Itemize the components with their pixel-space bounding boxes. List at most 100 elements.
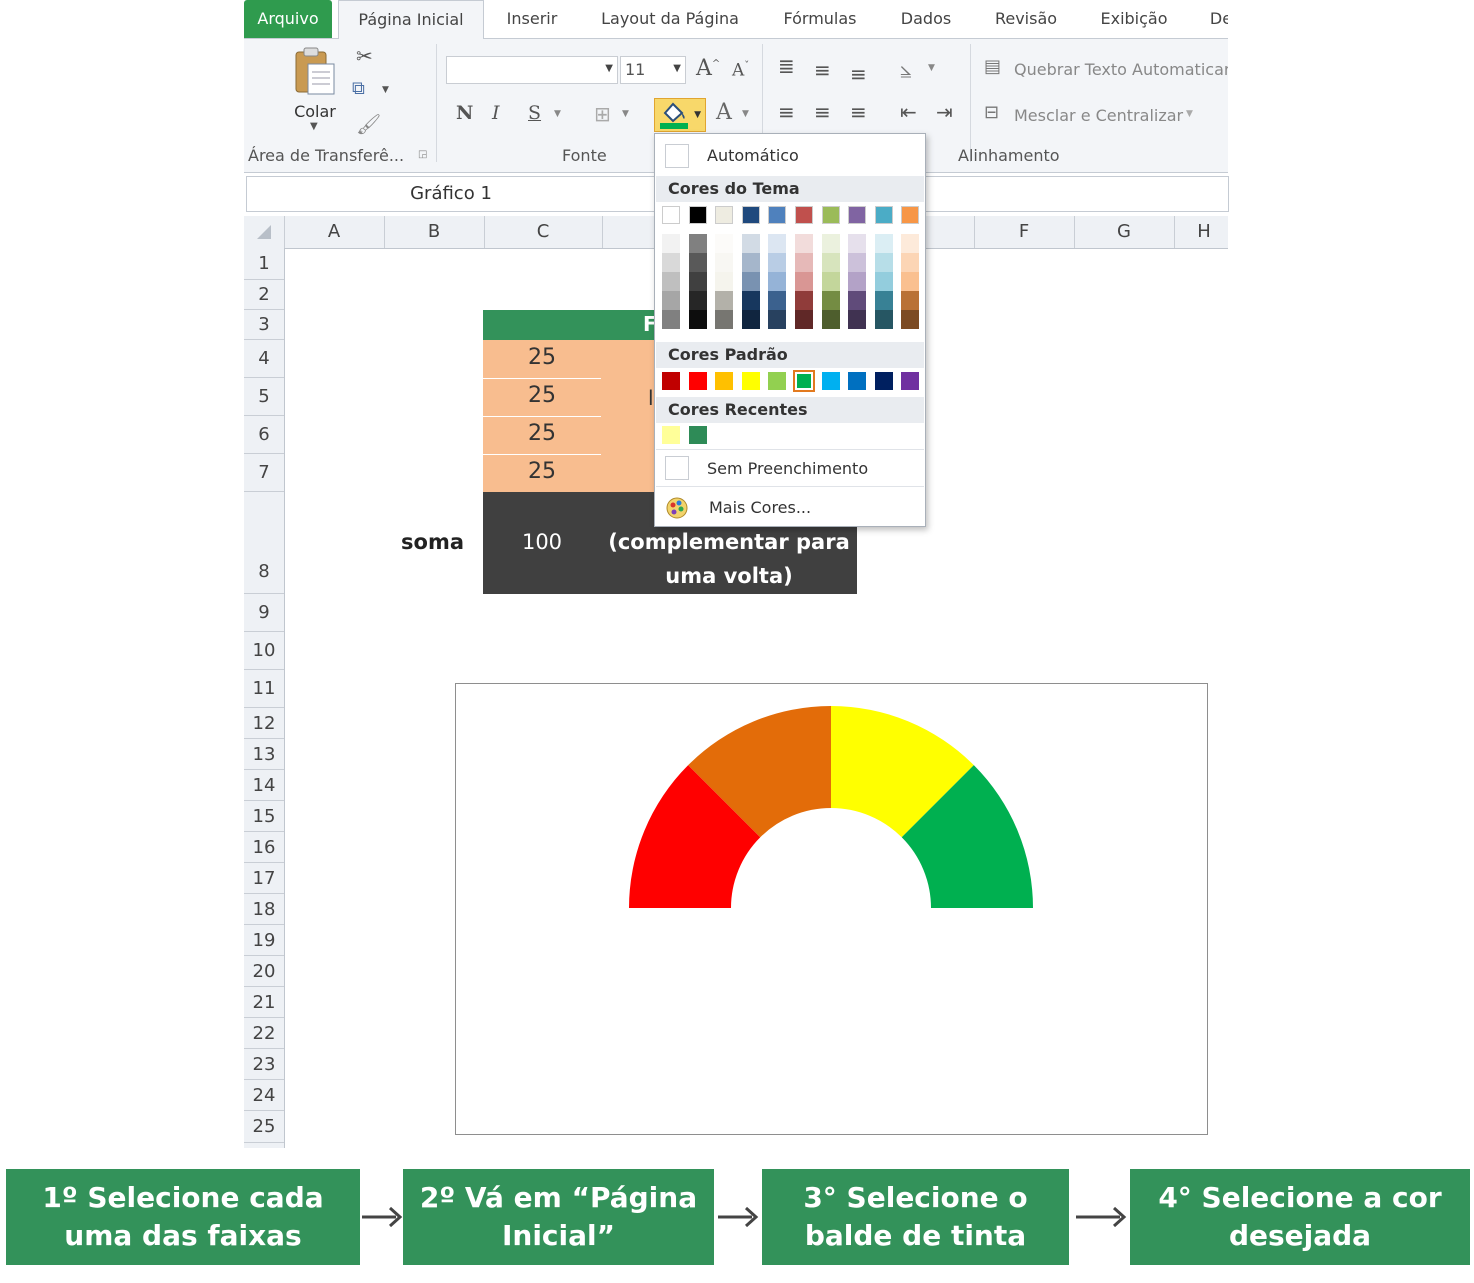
automatic-swatch[interactable]	[665, 144, 689, 168]
column-header-h[interactable]: H	[1174, 216, 1234, 248]
theme-shade-swatch[interactable]	[741, 234, 760, 253]
more-colors-option[interactable]: Mais Cores...	[709, 498, 811, 517]
row-header[interactable]: 4	[244, 340, 284, 378]
cell-value[interactable]: 25	[483, 383, 601, 408]
cut-icon[interactable]: ✂	[356, 46, 373, 66]
theme-shade-swatch[interactable]	[901, 291, 920, 310]
theme-shade-swatch[interactable]	[741, 310, 760, 329]
theme-shade-swatch[interactable]	[874, 310, 893, 329]
theme-color-swatch[interactable]	[768, 206, 787, 224]
theme-shade-swatch[interactable]	[848, 291, 867, 310]
theme-shade-swatch[interactable]	[795, 253, 813, 272]
automatic-option[interactable]: Automático	[707, 146, 799, 165]
theme-color-swatch[interactable]	[874, 206, 893, 224]
row-header[interactable]: 23	[244, 1049, 284, 1080]
row-header[interactable]: 16	[244, 832, 284, 863]
underline-button[interactable]: S	[528, 104, 541, 123]
decrease-indent-icon[interactable]: ⇤	[900, 102, 917, 122]
row-header[interactable]: 17	[244, 863, 284, 894]
align-right-icon[interactable]: ≡	[850, 102, 867, 122]
paste-dropdown-icon[interactable]: ▼	[310, 122, 318, 132]
theme-shade-swatch[interactable]	[795, 291, 813, 310]
row-header[interactable]: 21	[244, 987, 284, 1018]
font-color-dropdown-icon[interactable]: ▼	[742, 110, 749, 119]
theme-shade-swatch[interactable]	[662, 310, 680, 329]
column-header-g[interactable]: G	[1074, 216, 1175, 248]
theme-shade-swatch[interactable]	[688, 234, 707, 253]
theme-shade-swatch[interactable]	[715, 291, 734, 310]
theme-shade-swatch[interactable]	[901, 272, 920, 291]
align-middle-icon[interactable]: ≡	[814, 60, 831, 80]
theme-shade-swatch[interactable]	[901, 310, 920, 329]
row-header[interactable]: 8	[244, 492, 284, 594]
standard-color-swatch[interactable]	[715, 372, 734, 390]
no-fill-option[interactable]: Sem Preenchimento	[707, 459, 868, 478]
paste-icon[interactable]	[292, 46, 338, 98]
tab-desenvolvedor[interactable]: De	[1206, 0, 1228, 38]
theme-shade-swatch[interactable]	[821, 272, 840, 291]
row-header[interactable]: 22	[244, 1018, 284, 1049]
align-left-icon[interactable]: ≡	[778, 102, 795, 122]
borders-icon[interactable]: ⊞	[594, 104, 611, 124]
standard-color-swatch[interactable]	[768, 372, 787, 390]
align-top-icon[interactable]: ≣	[778, 56, 795, 76]
theme-shade-swatch[interactable]	[688, 272, 707, 291]
standard-color-swatch[interactable]	[662, 372, 680, 390]
clipboard-launcher-icon[interactable]: ◲	[418, 150, 427, 160]
theme-shade-swatch[interactable]	[662, 272, 680, 291]
column-header-c[interactable]: C	[484, 216, 603, 248]
row-header[interactable]: 2	[244, 280, 284, 310]
copy-icon[interactable]: ⧉	[352, 80, 365, 98]
cell-value[interactable]: 25	[483, 345, 601, 370]
theme-shade-swatch[interactable]	[821, 253, 840, 272]
align-center-icon[interactable]: ≡	[814, 102, 831, 122]
theme-shade-swatch[interactable]	[688, 291, 707, 310]
row-header[interactable]: 14	[244, 770, 284, 801]
theme-shade-swatch[interactable]	[848, 253, 867, 272]
theme-shade-swatch[interactable]	[848, 234, 867, 253]
row-header[interactable]: 18	[244, 894, 284, 925]
theme-shade-swatch[interactable]	[715, 272, 734, 291]
theme-shade-swatch[interactable]	[874, 272, 893, 291]
theme-color-swatch[interactable]	[662, 206, 680, 224]
theme-shade-swatch[interactable]	[662, 291, 680, 310]
theme-shade-swatch[interactable]	[715, 310, 734, 329]
font-color-icon[interactable]: A	[716, 102, 732, 124]
theme-color-swatch[interactable]	[848, 206, 867, 224]
row-header[interactable]: 6	[244, 416, 284, 454]
chart-area[interactable]	[455, 683, 1208, 1135]
row-header[interactable]: 25	[244, 1111, 284, 1143]
theme-shade-swatch[interactable]	[741, 291, 760, 310]
theme-shade-swatch[interactable]	[848, 310, 867, 329]
theme-shade-swatch[interactable]	[715, 234, 734, 253]
tab-exibicao[interactable]: Exibição	[1092, 0, 1176, 38]
row-header[interactable]: 11	[244, 670, 284, 708]
theme-shade-swatch[interactable]	[795, 234, 813, 253]
column-header-f[interactable]: F	[974, 216, 1075, 248]
row-header[interactable]: 19	[244, 925, 284, 956]
merge-dropdown-icon[interactable]: ▼	[1186, 110, 1193, 119]
row-header[interactable]: 12	[244, 708, 284, 739]
font-size-field[interactable]: 11 ▼	[620, 56, 686, 84]
format-painter-icon[interactable]: 🖌	[356, 114, 381, 134]
theme-shade-swatch[interactable]	[768, 272, 787, 291]
theme-shade-swatch[interactable]	[901, 234, 920, 253]
recent-color-swatch[interactable]	[662, 426, 680, 444]
row-header[interactable]: 10	[244, 632, 284, 670]
tab-formulas[interactable]: Fórmulas	[774, 0, 866, 38]
theme-shade-swatch[interactable]	[874, 253, 893, 272]
theme-shade-swatch[interactable]	[874, 234, 893, 253]
row-header[interactable]: 5	[244, 378, 284, 416]
theme-color-swatch[interactable]	[715, 206, 734, 224]
gauge-hidden-slice[interactable]	[629, 908, 1033, 1110]
italic-button[interactable]: I	[492, 104, 500, 123]
theme-color-swatch[interactable]	[821, 206, 840, 224]
standard-color-swatch[interactable]	[848, 372, 867, 390]
row-header[interactable]: 3	[244, 310, 284, 340]
cell-value[interactable]: 25	[483, 459, 601, 484]
grow-font-icon[interactable]: A^	[696, 58, 720, 80]
theme-shade-swatch[interactable]	[768, 234, 787, 253]
no-fill-swatch[interactable]	[665, 456, 689, 480]
row-header[interactable]: 24	[244, 1080, 284, 1111]
theme-shade-swatch[interactable]	[821, 310, 840, 329]
